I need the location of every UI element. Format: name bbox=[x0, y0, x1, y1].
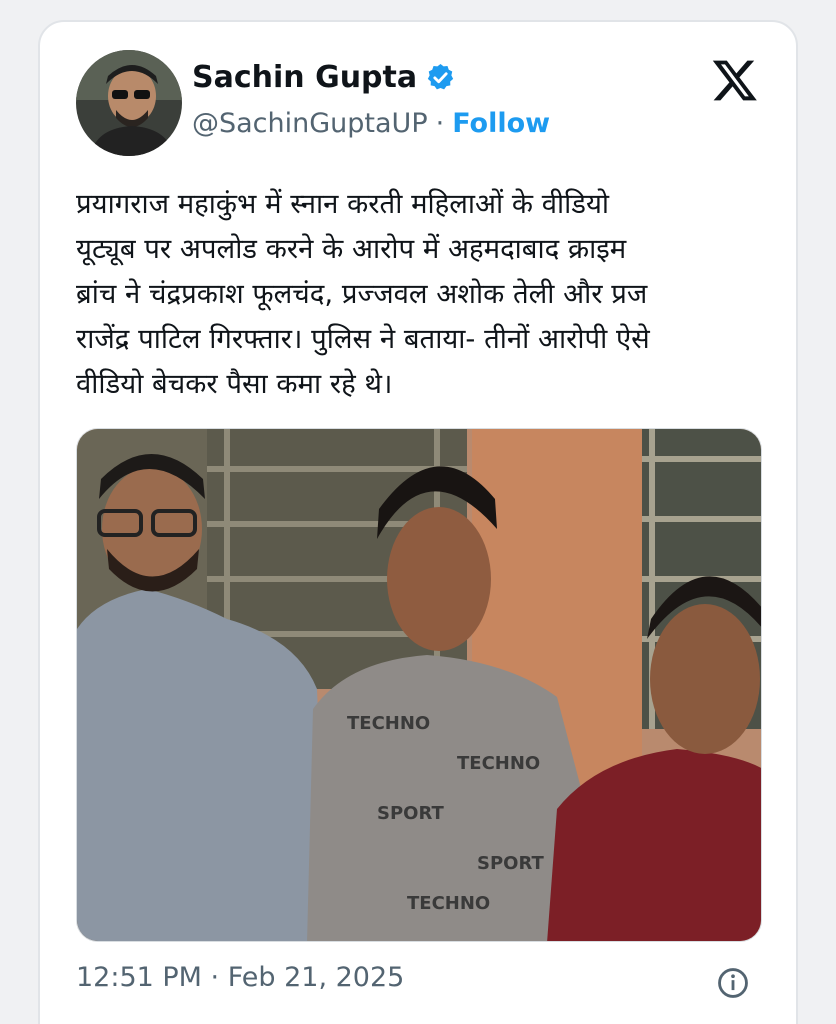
author-avatar[interactable] bbox=[76, 50, 182, 156]
svg-text:TECHNO: TECHNO bbox=[457, 753, 540, 774]
author-display-name[interactable]: Sachin Gupta bbox=[192, 60, 417, 95]
svg-text:SPORT: SPORT bbox=[477, 853, 545, 874]
x-logo-icon[interactable] bbox=[710, 56, 760, 104]
info-icon[interactable] bbox=[716, 966, 750, 1000]
tweet-card: Sachin Gupta @SachinGuptaUP · Follow प्र… bbox=[38, 20, 798, 1024]
author-name-row: Sachin Gupta bbox=[192, 60, 456, 95]
svg-text:SPORT: SPORT bbox=[377, 803, 445, 824]
author-handle[interactable]: @SachinGuptaUP bbox=[192, 108, 428, 139]
follow-button[interactable]: Follow bbox=[452, 108, 550, 139]
handle-separator: · bbox=[435, 108, 445, 139]
author-handle-row: @SachinGuptaUP · Follow bbox=[192, 108, 550, 139]
tweet-timestamp[interactable]: 12:51 PM · Feb 21, 2025 bbox=[76, 962, 404, 993]
svg-text:TECHNO: TECHNO bbox=[347, 713, 430, 734]
verified-badge-icon bbox=[425, 62, 456, 93]
tweet-text: प्रयागराज महाकुंभ में स्नान करती महिलाओं… bbox=[76, 188, 650, 400]
svg-text:TECHNO: TECHNO bbox=[407, 893, 490, 914]
tweet-photo[interactable]: TECHNO TECHNO SPORT SPORT TECHNO bbox=[76, 428, 762, 942]
